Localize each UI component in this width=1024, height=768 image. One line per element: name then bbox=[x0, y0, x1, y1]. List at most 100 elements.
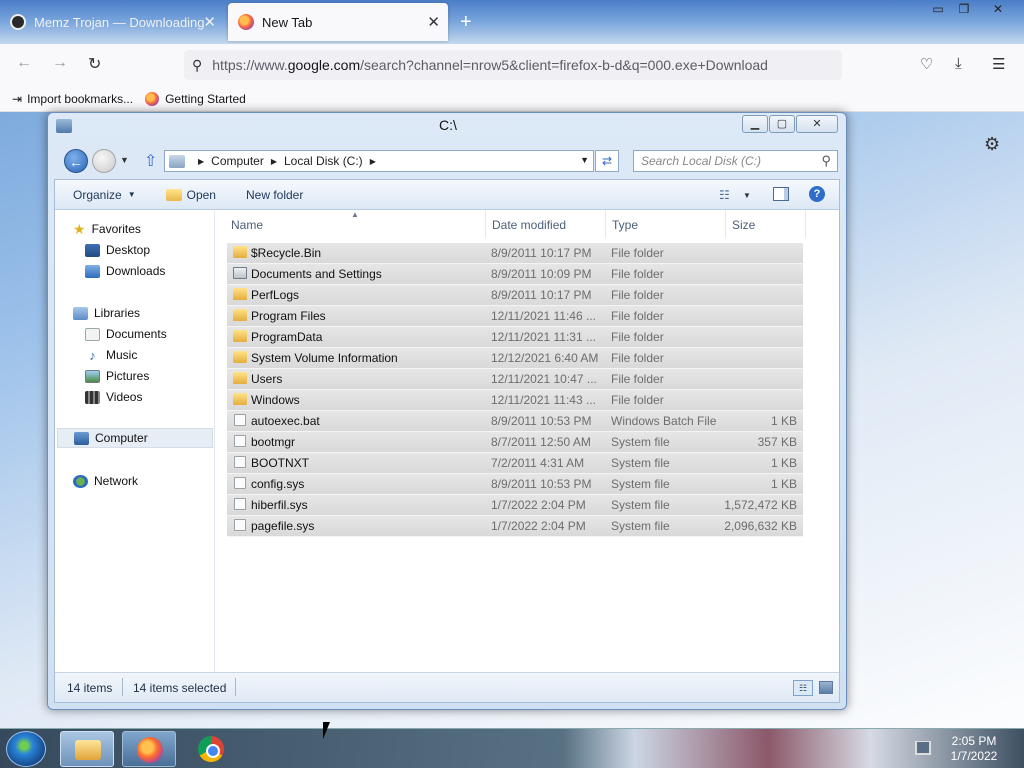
view-dropdown-icon[interactable]: ▼ bbox=[743, 191, 751, 200]
address-dropdown-icon[interactable]: ▼ bbox=[580, 155, 589, 165]
large-icons-view-icon[interactable] bbox=[819, 681, 833, 694]
nav-computer[interactable]: Computer bbox=[57, 428, 213, 448]
minimize-window-button[interactable]: ▭ bbox=[924, 2, 952, 18]
restore-window-button[interactable]: ❐ bbox=[950, 2, 978, 18]
system-clock[interactable]: 2:05 PM 1/7/2022 bbox=[944, 734, 1004, 764]
file-date: 8/9/2011 10:17 PM bbox=[491, 288, 592, 302]
details-view-icon[interactable]: ☷ bbox=[793, 680, 813, 696]
nav-desktop[interactable]: Desktop bbox=[85, 240, 150, 260]
reload-icon[interactable]: ↻ bbox=[88, 54, 101, 74]
new-folder-button[interactable]: New folder bbox=[246, 188, 303, 202]
taskbar-chrome-button[interactable] bbox=[184, 731, 238, 767]
table-row[interactable]: pagefile.sys 1/7/2022 2:04 PM System file 2… bbox=[227, 516, 803, 537]
new-tab-plus-icon[interactable]: + bbox=[460, 12, 472, 32]
back-arrow-icon[interactable]: ← bbox=[16, 54, 32, 72]
nav-libraries[interactable]: Libraries bbox=[73, 303, 140, 323]
status-divider bbox=[122, 678, 123, 696]
close-tab-icon[interactable]: ✕ bbox=[203, 13, 216, 31]
file-date: 8/9/2011 10:17 PM bbox=[491, 246, 592, 260]
table-row[interactable]: BOOTNXT 7/2/2011 4:31 AM System file 1 KB bbox=[227, 453, 803, 474]
network-tray-icon[interactable] bbox=[915, 741, 931, 755]
breadcrumb-local-disk[interactable]: Local Disk (C:) bbox=[284, 154, 363, 168]
column-size[interactable]: Size bbox=[732, 218, 755, 232]
table-row[interactable]: hiberfil.sys 1/7/2022 2:04 PM System file 1… bbox=[227, 495, 803, 516]
column-separator[interactable] bbox=[485, 211, 486, 237]
forward-arrow-icon[interactable]: → bbox=[52, 54, 68, 72]
file-name: pagefile.sys bbox=[251, 519, 315, 533]
search-placeholder: Search Local Disk (C:) bbox=[641, 154, 762, 168]
preview-pane-icon[interactable] bbox=[773, 187, 789, 201]
close-tab-icon[interactable]: ✕ bbox=[427, 13, 440, 31]
folder-icon bbox=[233, 288, 247, 300]
table-row[interactable]: PerfLogs 8/9/2011 10:17 PM File folder bbox=[227, 285, 803, 306]
table-row[interactable]: Users 12/11/2021 10:47 ... File folder bbox=[227, 369, 803, 390]
table-row[interactable]: ProgramData 12/11/2021 11:31 ... File fold… bbox=[227, 327, 803, 348]
file-name: BOOTNXT bbox=[251, 456, 310, 470]
gear-icon[interactable]: ⚙ bbox=[984, 134, 1000, 155]
bookmark-import[interactable]: ⇥ Import bookmarks... bbox=[12, 92, 133, 106]
column-separator[interactable] bbox=[725, 211, 726, 237]
nav-pictures[interactable]: Pictures bbox=[85, 366, 149, 386]
table-row[interactable]: config.sys 8/9/2011 10:53 PM System file 1 … bbox=[227, 474, 803, 495]
bookmark-getting-started[interactable]: Getting Started bbox=[145, 91, 246, 106]
nav-documents[interactable]: Documents bbox=[85, 324, 167, 344]
maximize-button[interactable]: ▢ bbox=[769, 115, 795, 133]
nav-label: Documents bbox=[106, 327, 167, 341]
search-input[interactable]: Search Local Disk (C:) ⚲ bbox=[633, 150, 838, 172]
forward-button[interactable] bbox=[92, 149, 116, 173]
file-date: 12/11/2021 11:31 ... bbox=[491, 330, 596, 344]
table-row[interactable]: Program Files 12/11/2021 11:46 ... File fo… bbox=[227, 306, 803, 327]
back-button[interactable]: ← bbox=[64, 149, 88, 173]
hamburger-menu-icon[interactable]: ☰ bbox=[992, 55, 1005, 73]
column-separator[interactable] bbox=[605, 211, 606, 237]
breadcrumb-arrow-icon[interactable]: ▶ bbox=[198, 157, 204, 166]
file-name: config.sys bbox=[251, 477, 305, 491]
close-button[interactable]: ✕ bbox=[796, 115, 838, 133]
windows-start-button[interactable] bbox=[6, 731, 46, 767]
tab-title: Memz Trojan — Downloading bbox=[34, 14, 205, 30]
minimize-button[interactable]: ▁ bbox=[742, 115, 768, 133]
url-bar[interactable]: ⚲ https://www. google.com/search?channel=… bbox=[184, 50, 842, 80]
close-window-button[interactable]: ✕ bbox=[984, 2, 1012, 18]
address-bar[interactable]: ▶ Computer ▶ Local Disk (C:) ▶ ▼ bbox=[164, 150, 594, 172]
taskbar-explorer-button[interactable] bbox=[60, 731, 114, 767]
column-type[interactable]: Type bbox=[612, 218, 638, 232]
column-separator[interactable] bbox=[805, 211, 806, 237]
table-row[interactable]: Documents and Settings 8/9/2011 10:09 PM F… bbox=[227, 264, 803, 285]
refresh-button[interactable]: ⇄ bbox=[595, 150, 619, 172]
tab-memz-trojan[interactable]: Memz Trojan — Downloading ✕ bbox=[0, 3, 224, 41]
nav-network[interactable]: Network bbox=[73, 471, 138, 491]
breadcrumb-arrow-icon[interactable]: ▶ bbox=[271, 157, 277, 166]
up-arrow-icon[interactable]: ⇧ bbox=[144, 151, 157, 171]
help-icon[interactable]: ? bbox=[809, 186, 825, 202]
open-button[interactable]: Open bbox=[165, 188, 216, 202]
table-row[interactable]: $Recycle.Bin 8/9/2011 10:17 PM File folder bbox=[227, 243, 803, 264]
table-row[interactable]: Windows 12/11/2021 11:43 ... File folder bbox=[227, 390, 803, 411]
download-icon[interactable]: ⤓ bbox=[955, 55, 962, 72]
search-icon[interactable]: ⚲ bbox=[821, 153, 831, 169]
organize-button[interactable]: Organize ▼ bbox=[73, 188, 136, 202]
chrome-icon bbox=[198, 736, 224, 762]
nav-downloads[interactable]: Downloads bbox=[85, 261, 165, 281]
taskbar-firefox-button[interactable] bbox=[122, 731, 176, 767]
breadcrumb-computer[interactable]: Computer bbox=[211, 154, 264, 168]
nav-videos[interactable]: Videos bbox=[85, 387, 142, 407]
computer-icon bbox=[74, 431, 89, 445]
nav-music[interactable]: ♪ Music bbox=[85, 345, 137, 365]
change-view-icon[interactable]: ☷ bbox=[719, 188, 730, 202]
pocket-icon[interactable]: ♡ bbox=[920, 55, 933, 73]
file-name: bootmgr bbox=[251, 435, 296, 449]
nav-label: Music bbox=[106, 348, 138, 362]
nav-favorites[interactable]: ★ Favorites bbox=[73, 219, 141, 239]
file-size: 1 KB bbox=[770, 477, 797, 491]
recent-pages-chevron-down-icon[interactable]: ▼ bbox=[120, 155, 129, 165]
breadcrumb-arrow-icon[interactable]: ▶ bbox=[370, 157, 376, 166]
tab-new-tab[interactable]: New Tab ✕ bbox=[228, 3, 448, 41]
column-name[interactable]: Name bbox=[231, 218, 263, 232]
column-date[interactable]: Date modified bbox=[492, 218, 566, 232]
nav-label: Downloads bbox=[106, 264, 166, 278]
table-row[interactable]: System Volume Information 12/12/2021 6:40… bbox=[227, 348, 803, 369]
table-row[interactable]: bootmgr 8/7/2011 12:50 AM System file 357 K… bbox=[227, 432, 803, 453]
chevron-down-icon: ▼ bbox=[127, 190, 136, 199]
table-row[interactable]: autoexec.bat 8/9/2011 10:53 PM Windows Bat… bbox=[227, 411, 803, 432]
